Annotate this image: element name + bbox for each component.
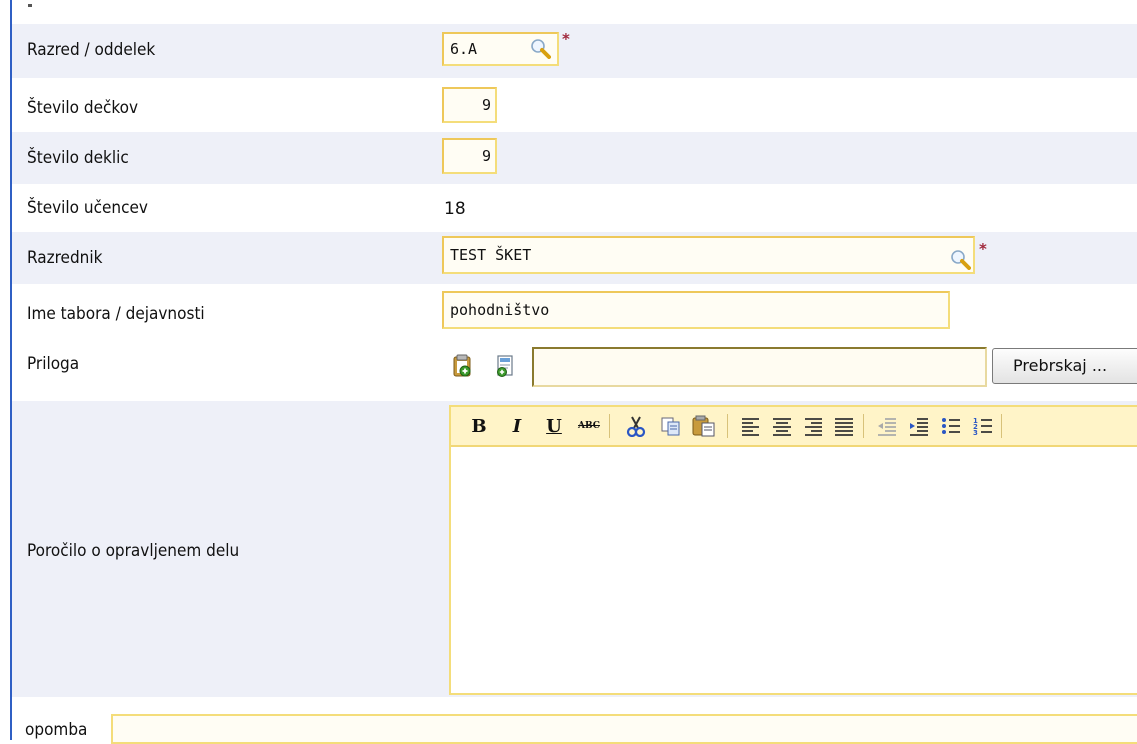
bullet-list-icon[interactable] [940,415,962,437]
label-opomba: opomba [25,720,88,740]
file-path-input[interactable] [532,347,987,387]
rich-text-editor: B I U ABC 1 2 3 [449,405,1137,695]
label-priloga: Priloga [27,354,80,374]
razrednik-input[interactable]: TEST ŠKET [442,236,975,274]
label-razrednik: Razrednik [27,248,103,268]
toolbar-separator [1001,414,1002,438]
label-ucencev: Število učencev [27,198,148,218]
svg-text:3: 3 [973,429,978,437]
toolbar-separator [727,414,728,438]
deckov-value: 9 [481,96,491,114]
italic-button[interactable]: I [509,415,525,437]
label-razred: Razred / oddelek [27,40,156,60]
label-tabor: Ime tabora / dejavnosti [27,304,205,324]
document-add-icon[interactable] [495,354,517,378]
required-star: * [979,240,987,258]
row-deckov: Število dečkov 9 [12,80,1137,132]
align-right-icon[interactable] [802,415,824,437]
outdent-icon[interactable] [876,415,898,437]
ucencev-value: 18 [444,199,466,219]
razred-value: 6.A [450,40,478,58]
cut-icon[interactable] [624,415,648,437]
align-justify-icon[interactable] [833,415,855,437]
toolbar-separator [609,414,610,438]
deklic-input[interactable]: 9 [442,138,497,174]
strikethrough-button[interactable]: ABC [576,415,602,437]
row-ucencev: Število učencev 18 [12,184,1137,232]
label-porocilo: Poročilo o opravljenem delu [27,541,240,561]
editor-body[interactable] [451,447,1137,693]
row-priloga: Priloga Prebrskaj ... [12,336,1137,394]
label-deckov: Število dečkov [27,98,139,118]
razrednik-value: TEST ŠKET [450,246,532,264]
tabor-input[interactable]: pohodništvo [442,291,950,329]
required-star: * [562,30,570,48]
row-razrednik: Razrednik TEST ŠKET * [12,232,1137,284]
row-deklic: Število deklic 9 [12,132,1137,184]
paste-icon[interactable] [691,415,717,437]
bold-button[interactable]: B [471,415,487,437]
copy-icon[interactable] [659,415,683,437]
label-deklic: Število deklic [27,148,129,168]
toolbar-separator [863,414,864,438]
underline-button[interactable]: U [546,415,562,437]
row-razred: Razred / oddelek 6.A * [12,24,1137,78]
search-icon[interactable] [529,37,551,59]
deklic-value: 9 [481,147,491,165]
editor-toolbar: B I U ABC 1 2 3 [451,407,1137,447]
search-icon[interactable] [949,248,971,270]
align-center-icon[interactable] [771,415,793,437]
align-left-icon[interactable] [740,415,762,437]
clipboard-add-icon[interactable] [452,354,474,378]
row-tabor: Ime tabora / dejavnosti pohodništvo [12,284,1137,334]
tabor-value: pohodništvo [450,301,550,319]
deckov-input[interactable]: 9 [442,87,497,123]
top-marker [28,4,32,7]
numbered-list-icon[interactable]: 1 2 3 [972,415,994,437]
browse-button[interactable]: Prebrskaj ... [992,348,1137,384]
indent-icon[interactable] [908,415,930,437]
